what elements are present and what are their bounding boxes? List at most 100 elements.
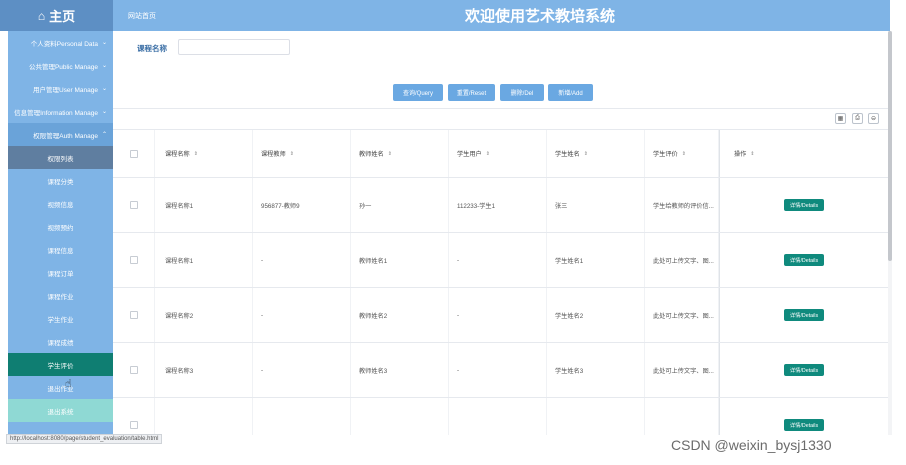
table-cell: 课程名称1 [155, 233, 253, 287]
sidebar-item-student-evaluation[interactable]: 学生评价 [8, 353, 113, 376]
sidebar-group-information[interactable]: 信息管理Information Manage ⌄ [8, 100, 113, 123]
row-checkbox[interactable] [129, 201, 138, 209]
details-button[interactable]: 详情/Details [784, 254, 824, 266]
table-cell: - [449, 233, 547, 287]
table-cell: 此处可上传文字、图... [645, 288, 719, 342]
table-cell: - [253, 233, 351, 287]
sidebar-item-course-info[interactable]: 课程信息 [8, 238, 113, 261]
top-header: ⌂ 主页 网站首页 欢迎使用艺术教培系统 [0, 0, 890, 31]
divider [113, 108, 890, 109]
row-checkbox[interactable] [129, 256, 138, 264]
table-cell: - [449, 343, 547, 397]
site-home-link[interactable]: 网站首页 [128, 11, 156, 21]
table-cell: 112233-学生1 [449, 178, 547, 232]
sort-icon: ⇕ [750, 150, 755, 157]
sidebar-group-user[interactable]: 用户管理User Manage ⌄ [8, 77, 113, 100]
select-all-checkbox-cell [113, 130, 155, 177]
table-row[interactable]: 课程名称1 - 教师姓名1 - 学生姓名1 此处可上传文字、图... 详情/De… [113, 233, 890, 288]
details-button[interactable]: 详情/Details [784, 309, 824, 321]
add-button[interactable]: 新增/Add [548, 84, 593, 101]
action-cell: 详情/Details [719, 343, 889, 397]
sort-icon: ⇕ [485, 150, 490, 157]
table-row[interactable]: 课程名称3 - 教师姓名3 - 学生姓名3 此处可上传文字、图... 详情/De… [113, 343, 890, 398]
table-row[interactable]: 详情/Details [113, 398, 890, 435]
export-icon[interactable]: ⊖ [868, 113, 879, 124]
sort-icon: ⇕ [193, 150, 198, 157]
sidebar-item-course-homework[interactable]: 课程作业 [8, 284, 113, 307]
details-button[interactable]: 详情/Details [784, 199, 824, 211]
row-checkbox[interactable] [129, 421, 138, 429]
row-checkbox-cell [113, 288, 155, 342]
column-header[interactable]: 课程教师 ⇕ [253, 130, 351, 177]
sidebar-group-public[interactable]: 公共管理Public Manage ⌄ [8, 54, 113, 77]
sort-icon: ⇕ [681, 150, 686, 157]
table-cell: 学生姓名1 [547, 233, 645, 287]
table-row[interactable]: 课程名称2 - 教师姓名2 - 学生姓名2 此处可上传文字、图... 详情/De… [113, 288, 890, 343]
sort-icon: ⇕ [387, 150, 392, 157]
home-label: 主页 [49, 9, 76, 24]
column-header[interactable]: 学生评价 ⇕ [645, 130, 719, 177]
sidebar-item-course-category[interactable]: 课程分类 [8, 169, 113, 192]
column-header[interactable]: 课程名称 ⇕ [155, 130, 253, 177]
sidebar-item-course-order[interactable]: 课程订单 [8, 261, 113, 284]
table-cell [645, 398, 719, 435]
chevron-down-icon: ⌄ [101, 109, 107, 115]
home-link[interactable]: ⌂ 主页 [0, 0, 113, 31]
sort-icon: ⇕ [583, 150, 588, 157]
column-header[interactable]: 操作 ⇕ [719, 130, 889, 177]
reset-button[interactable]: 重置/Reset [448, 84, 495, 101]
filter-columns-icon[interactable]: ▦ [835, 113, 846, 124]
table-cell: - [253, 343, 351, 397]
table-cell [449, 398, 547, 435]
table-cell [155, 398, 253, 435]
table-cell: 教师姓名2 [351, 288, 449, 342]
data-table: 课程名称 ⇕ 课程教师 ⇕ 教师姓名 ⇕ 学生用户 ⇕ 学生姓名 ⇕ 学生评价 ⇕ 操作 ⇕ … [113, 129, 890, 435]
table-cell: 课程名称1 [155, 178, 253, 232]
vertical-scrollbar[interactable] [888, 31, 892, 435]
sidebar-item-video-booking[interactable]: 视频预约 [8, 215, 113, 238]
sidebar-item-exit-homework[interactable]: 退出作业 [8, 376, 113, 399]
sidebar-item-course-grade[interactable]: 课程成绩 [8, 330, 113, 353]
action-cell: 详情/Details [719, 178, 889, 232]
table-cell: 此处可上传文字、图... [645, 343, 719, 397]
table-cell: 学生姓名2 [547, 288, 645, 342]
table-cell: - [253, 288, 351, 342]
table-cell: 张三 [547, 178, 645, 232]
column-header[interactable]: 学生用户 ⇕ [449, 130, 547, 177]
table-cell: 课程名称3 [155, 343, 253, 397]
details-button[interactable]: 详情/Details [784, 364, 824, 376]
select-all-checkbox[interactable] [129, 149, 138, 158]
table-cell [253, 398, 351, 435]
main-content: 课程名称 查询/Query 重置/Reset 删除/Del 新增/Add ▦ ⎙… [113, 31, 890, 435]
scrollbar-thumb[interactable] [888, 31, 892, 261]
delete-button[interactable]: 删除/Del [500, 84, 544, 101]
column-header[interactable]: 学生姓名 ⇕ [547, 130, 645, 177]
chevron-down-icon: ⌄ [101, 63, 107, 69]
course-name-input[interactable] [178, 39, 290, 55]
action-cell: 详情/Details [719, 288, 889, 342]
sidebar-item-logout[interactable]: 退出系统 [8, 399, 113, 422]
table-row[interactable]: 课程名称1 956877-教师9 孙一 112233-学生1 张三 学生给教师的… [113, 178, 890, 233]
row-checkbox-cell [113, 233, 155, 287]
details-button[interactable]: 详情/Details [784, 419, 824, 431]
row-checkbox[interactable] [129, 311, 138, 319]
table-cell: 此处可上传文字、图... [645, 233, 719, 287]
row-checkbox[interactable] [129, 366, 138, 374]
sort-icon: ⇕ [289, 150, 294, 157]
table-cell: 学生姓名3 [547, 343, 645, 397]
row-checkbox-cell [113, 343, 155, 397]
table-cell: 学生给教师的评价信... [645, 178, 719, 232]
query-button[interactable]: 查询/Query [393, 84, 443, 101]
action-cell: 详情/Details [719, 233, 889, 287]
table-cell: 956877-教师9 [253, 178, 351, 232]
table-cell: 孙一 [351, 178, 449, 232]
sidebar-item-permission-list[interactable]: 权限列表 [8, 146, 113, 169]
column-header[interactable]: 教师姓名 ⇕ [351, 130, 449, 177]
sidebar-item-video-info[interactable]: 视频信息 [8, 192, 113, 215]
chevron-down-icon: ⌄ [101, 40, 107, 46]
sidebar-item-student-homework[interactable]: 学生作业 [8, 307, 113, 330]
sidebar-group-auth[interactable]: 权限管理Auth Manage ⌃ [8, 123, 113, 146]
watermark: CSDN @weixin_bysj1330 [671, 437, 832, 453]
print-icon[interactable]: ⎙ [852, 113, 863, 124]
sidebar-group-personal[interactable]: 个人资料Personal Data ⌄ [8, 31, 113, 54]
